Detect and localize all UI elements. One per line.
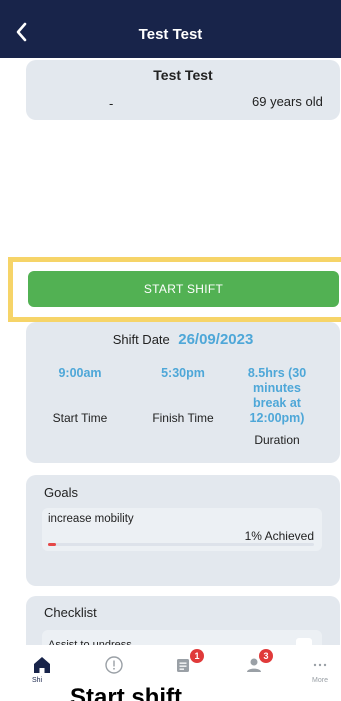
duration-line: break at	[253, 396, 301, 410]
duration-line: minutes	[253, 381, 301, 395]
duration-line: 12:00pm)	[249, 411, 305, 425]
notification-badge: 3	[259, 649, 273, 663]
tab-label: Shi	[32, 677, 43, 684]
tab-contacts[interactable]: 3	[234, 645, 274, 701]
goal-progress-track	[48, 543, 314, 546]
duration-value: 8.5hrs (30 minutes break at 12:00pm)	[235, 366, 319, 426]
goals-card: Goals increase mobility 1% Achieved	[26, 475, 340, 586]
goal-name: increase mobility	[48, 513, 134, 525]
start-shift-button[interactable]: START SHIFT	[28, 271, 339, 307]
client-detail: -	[109, 96, 114, 111]
start-time-value: 9:00am	[58, 366, 102, 380]
info-icon	[105, 656, 123, 674]
app-header: Test Test	[0, 0, 341, 58]
duration-label: Duration	[254, 433, 300, 447]
finish-time-label: Finish Time	[152, 411, 214, 425]
caption-text: Start shift	[70, 684, 183, 701]
client-name: Test Test	[153, 67, 213, 83]
duration-line: 8.5hrs (30	[247, 366, 307, 380]
page-title: Test Test	[138, 26, 203, 43]
shift-date-label: Shift Date	[112, 332, 170, 347]
checklist-title: Checklist	[44, 605, 97, 620]
tab-label: More	[312, 677, 328, 684]
home-icon	[34, 657, 50, 673]
goal-item[interactable]: increase mobility 1% Achieved	[42, 508, 322, 551]
shift-details-card: Shift Date 26/09/2023 9:00am Start Time …	[26, 322, 340, 463]
notification-badge: 1	[190, 649, 204, 663]
client-age: 69 years old	[252, 94, 323, 109]
tab-more[interactable]: More	[300, 645, 340, 701]
finish-time-value: 5:30pm	[161, 366, 205, 380]
client-card: Test Test - 69 years old	[26, 60, 340, 120]
goals-title: Goals	[44, 485, 78, 500]
tab-shift[interactable]: Shi	[22, 645, 62, 701]
shift-date-value: 26/09/2023	[178, 331, 254, 348]
shift-date-row: Shift Date 26/09/2023	[26, 331, 340, 349]
more-icon	[313, 663, 327, 667]
goal-progress-fill	[48, 543, 56, 546]
goal-achieved: 1% Achieved	[244, 529, 314, 543]
start-time-label: Start Time	[52, 411, 108, 425]
